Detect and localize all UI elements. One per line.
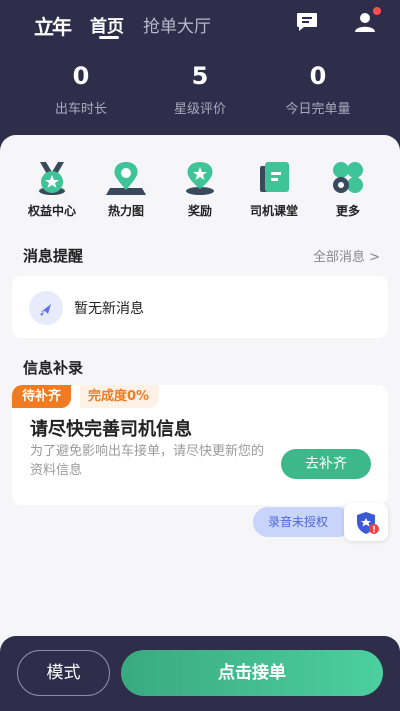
stat-label: 星级评价 [173,102,226,117]
quick-rewards[interactable]: 奖励 [170,160,230,219]
recording-unauthorized-pill[interactable]: 录音未授权 [253,507,353,537]
info-card-title: 请尽快完善司机信息 [30,419,192,440]
app-logo: 立年 [34,15,72,39]
notification-dot [373,7,381,15]
recording-shield-button[interactable] [344,503,388,541]
tab-active-indicator [99,36,119,39]
stat-value: 5 [191,62,209,90]
location-pin-icon [106,162,146,195]
stat-driving-time[interactable]: 0 出车时长 [21,62,141,117]
info-card-description: 为了避免影响出车接单，请尽快更新您的资料信息 [30,444,265,478]
tab-order-hall[interactable]: 抢单大厅 [143,12,211,37]
classroom-book-icon [260,162,289,192]
quick-driver-classroom[interactable]: 司机课堂 [244,160,304,219]
mode-button[interactable]: 模式 [17,650,110,696]
pending-status-badge: 待补齐 [12,385,72,408]
quick-label: 奖励 [187,204,212,218]
stat-value: 0 [309,62,327,90]
quick-heatmap[interactable]: 热力图 [96,160,156,219]
info-supplement-card: 完成度0% 待补齐 请尽快完善司机信息 为了避免影响出车接单，请尽快更新您的资料… [12,385,388,505]
reward-star-icon [186,162,214,195]
info-section-title: 信息补录 [23,359,84,377]
quick-label: 权益中心 [27,204,76,218]
empty-message-icon [29,291,63,325]
completion-badge: 完成度0% [80,385,160,408]
all-messages-link[interactable]: 全部消息 > [313,246,380,265]
quick-label: 更多 [335,204,360,218]
more-grid-icon [333,162,363,193]
stat-star-rating[interactable]: 5 星级评价 [140,62,260,117]
stat-label: 今日完单量 [285,102,351,117]
stat-value: 0 [72,62,90,90]
message-icon[interactable] [296,12,318,32]
quick-label: 司机课堂 [249,204,298,218]
empty-message-text: 暂无新消息 [74,301,144,317]
messages-section-title: 消息提醒 [23,247,84,265]
stat-label: 出车时长 [54,102,107,117]
accept-orders-button[interactable]: 点击接单 [121,650,383,696]
stat-today-orders[interactable]: 0 今日完单量 [258,62,378,117]
tab-home[interactable]: 首页 [90,12,124,37]
quick-more[interactable]: 更多 [318,160,378,219]
complete-info-button[interactable]: 去补齐 [281,449,371,479]
badge-star-icon [39,162,65,195]
shield-alert-icon [357,512,379,534]
quick-label: 热力图 [107,204,144,218]
message-card[interactable]: 暂无新消息 [12,276,388,338]
quick-benefits-center[interactable]: 权益中心 [22,160,82,219]
